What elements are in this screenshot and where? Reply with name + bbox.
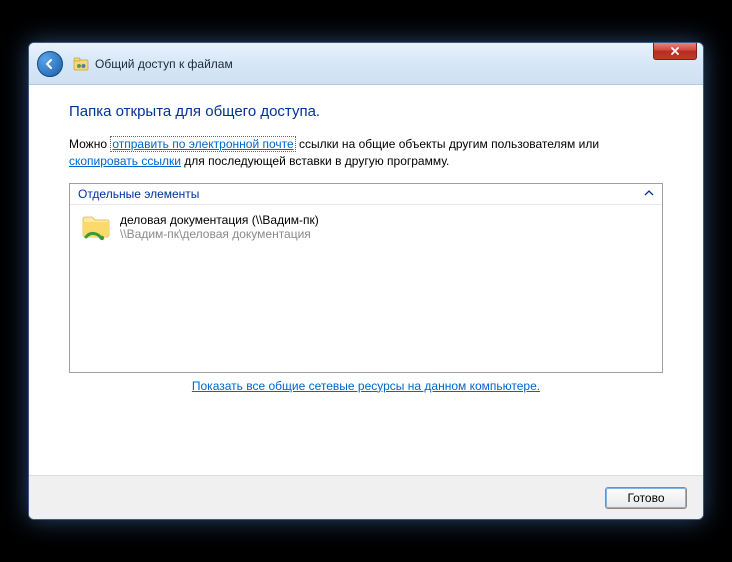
desc-text-post: для последующей вставки в другую програм… (181, 154, 449, 168)
footer: Готово (29, 475, 703, 519)
dialog-window: Общий доступ к файлам Папка открыта для … (28, 42, 704, 520)
desc-text-mid: ссылки на общие объекты другим пользоват… (296, 137, 599, 151)
close-button[interactable] (653, 42, 697, 60)
description-text: Можно отправить по электронной почте ссы… (69, 136, 663, 171)
items-header-label: Отдельные элементы (78, 187, 199, 201)
window-title: Общий доступ к файлам (95, 57, 233, 71)
titlebar: Общий доступ к файлам (29, 43, 703, 85)
done-button[interactable]: Готово (605, 487, 687, 509)
shared-folder-icon (80, 211, 112, 243)
view-all-container: Показать все общие сетевые ресурсы на да… (69, 379, 663, 393)
share-files-icon (73, 56, 89, 72)
arrow-left-icon (43, 57, 57, 71)
item-title: деловая документация (\\Вадим-пк) (120, 213, 319, 227)
page-heading: Папка открыта для общего доступа. (69, 103, 663, 120)
item-path: \\Вадим-пк\деловая документация (120, 227, 319, 241)
chevron-up-icon (644, 188, 654, 199)
close-icon (669, 46, 681, 56)
items-body: деловая документация (\\Вадим-пк) \\Вади… (70, 205, 662, 372)
back-button[interactable] (37, 51, 63, 77)
desc-text-pre: Можно (69, 137, 110, 151)
items-panel: Отдельные элементы (69, 183, 663, 373)
shared-item-row[interactable]: деловая документация (\\Вадим-пк) \\Вади… (80, 211, 652, 243)
items-header[interactable]: Отдельные элементы (70, 184, 662, 205)
item-text: деловая документация (\\Вадим-пк) \\Вади… (120, 211, 319, 241)
email-link[interactable]: отправить по электронной почте (110, 136, 295, 152)
view-all-shares-link[interactable]: Показать все общие сетевые ресурсы на да… (192, 379, 540, 393)
copy-links-link[interactable]: скопировать ссылки (69, 154, 181, 168)
content-area: Папка открыта для общего доступа. Можно … (29, 85, 703, 407)
